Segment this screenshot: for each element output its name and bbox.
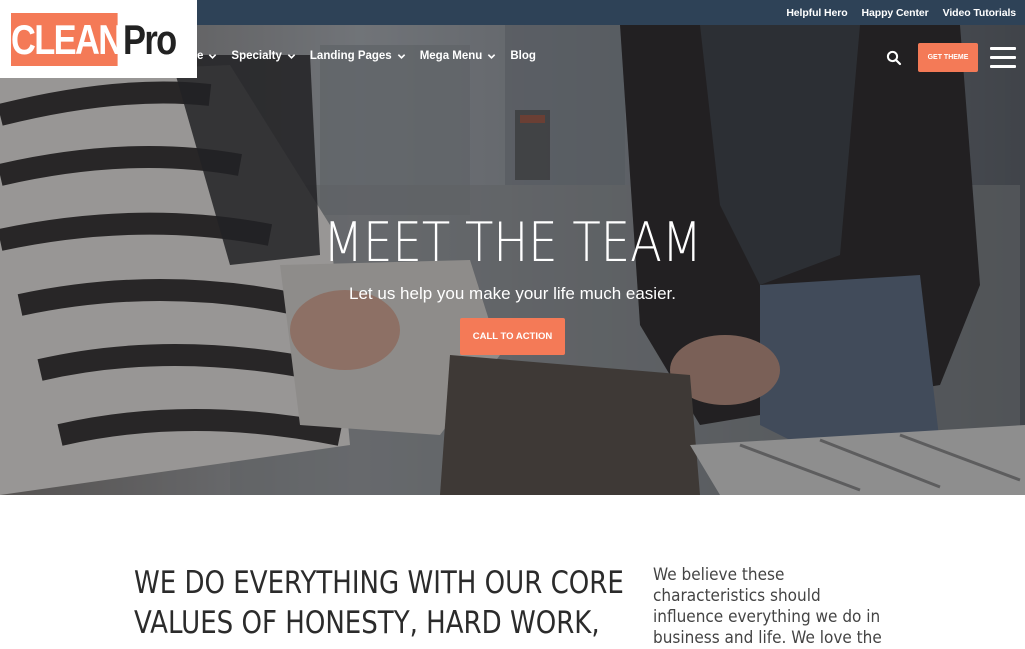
get-theme-button[interactable]: GET THEME (918, 43, 978, 72)
values-body-text: We believe these characteristics should … (653, 565, 882, 648)
hamburger-line (990, 65, 1016, 68)
hamburger-line (990, 56, 1016, 59)
utility-link-happy-center[interactable]: Happy Center (862, 7, 929, 19)
chevron-down-icon (287, 53, 296, 59)
nav-item-landing-pages[interactable]: Landing Pages (310, 50, 406, 62)
logo-clean-block: CLEAN (11, 13, 123, 66)
hamburger-menu-icon[interactable] (990, 46, 1016, 68)
logo-pro-text: Pro (123, 16, 177, 63)
values-heading: WE DO EVERYTHING WITH OUR CORE VALUES OF… (134, 565, 624, 641)
logo[interactable]: CLEAN Pro (0, 0, 197, 78)
nav-item-specialty-label: Specialty (231, 50, 282, 62)
chevron-down-icon (397, 53, 405, 59)
nav-item-mega-menu-label: Mega Menu (419, 50, 483, 62)
utility-link-helpful-hero[interactable]: Helpful Hero (786, 7, 847, 19)
utility-link-video-tutorials[interactable]: Video Tutorials (943, 7, 1016, 19)
nav-item-blog[interactable]: Blog (510, 50, 536, 62)
call-to-action-button[interactable]: CALL TO ACTION (460, 318, 565, 355)
search-icon[interactable] (885, 49, 903, 67)
chevron-down-icon (209, 53, 217, 59)
hero-title: MEET THE TEAM (323, 211, 702, 274)
nav-item-landing-pages-label: Landing Pages (309, 50, 392, 62)
chevron-down-icon (488, 53, 496, 59)
utility-links: Helpful Hero Happy Center Video Tutorial… (786, 0, 1016, 25)
nav-item-partial-label: e (197, 50, 204, 62)
nav-item-partial[interactable]: e (197, 50, 217, 62)
hero-subtitle: Let us help you make your life much easi… (349, 284, 676, 303)
nav-item-specialty[interactable]: Specialty (231, 50, 296, 62)
nav-item-mega-menu[interactable]: Mega Menu (420, 50, 497, 62)
main-nav: e Specialty Landing Pages Mega Menu Blog (197, 44, 550, 68)
nav-item-blog-label: Blog (510, 50, 536, 62)
hamburger-line (990, 47, 1016, 50)
